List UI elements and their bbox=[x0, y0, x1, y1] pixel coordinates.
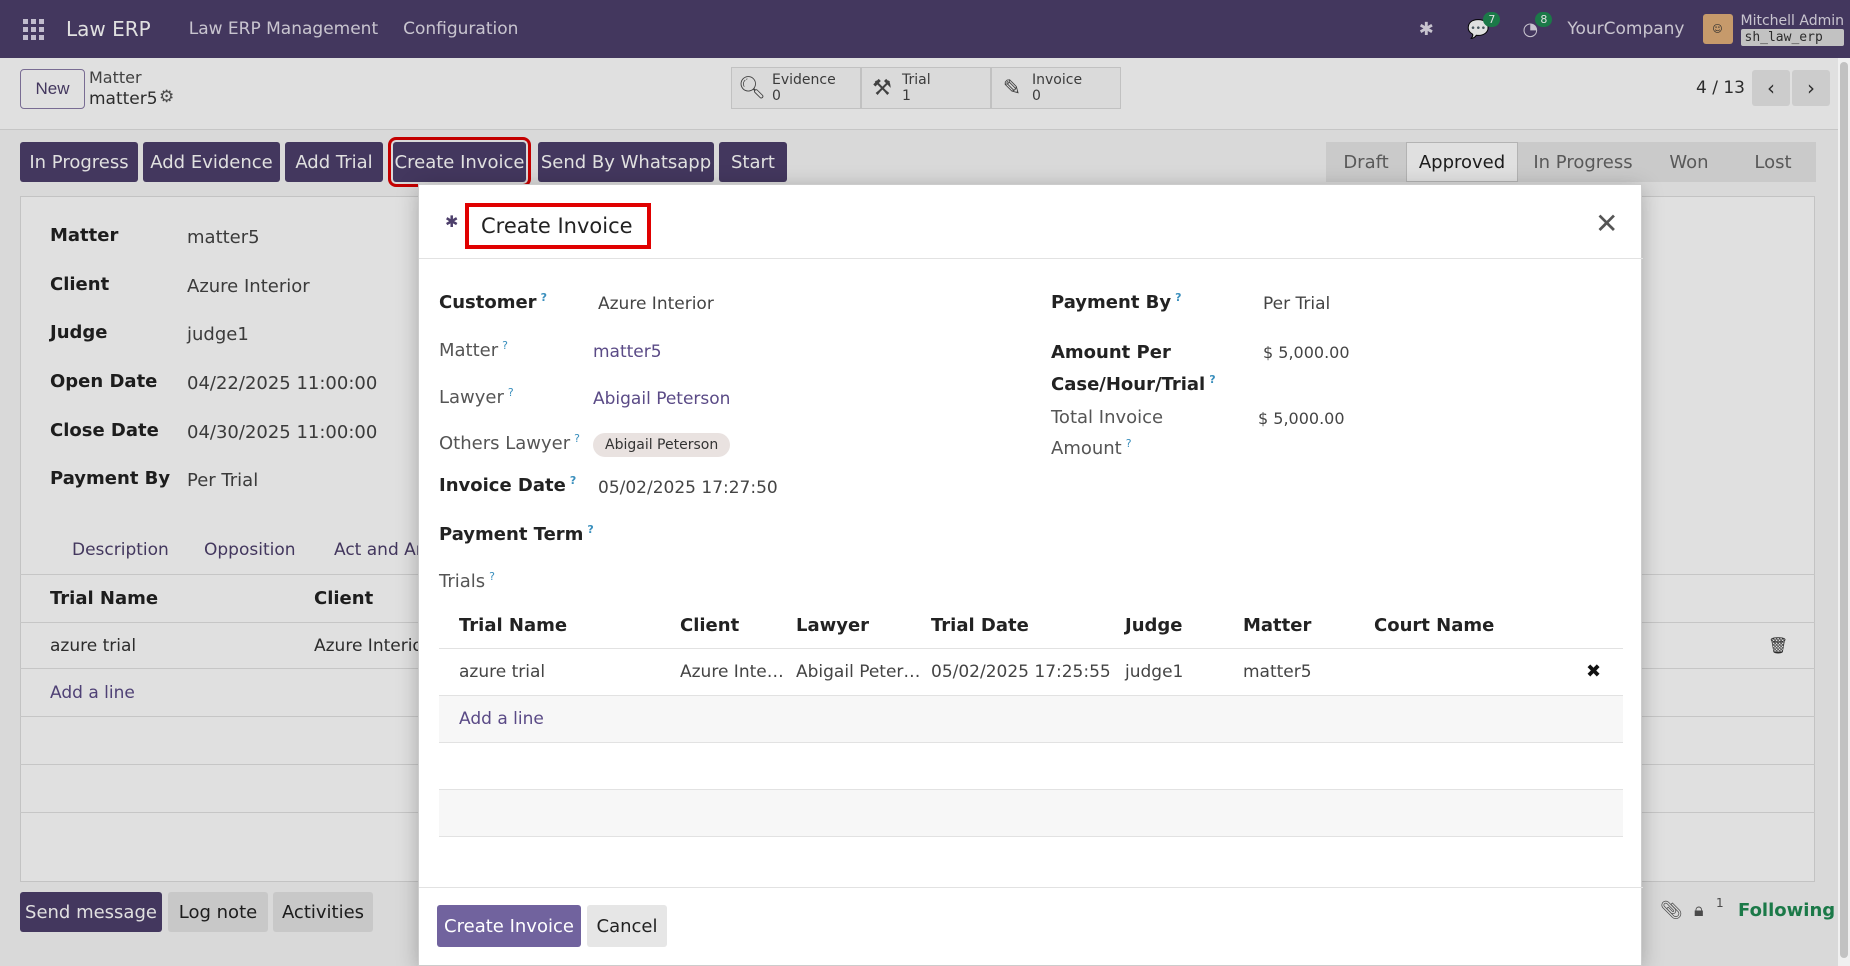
trial-cell-date[interactable]: 05/02/2025 17:25:55 bbox=[931, 662, 1111, 682]
trial-cell-lawyer[interactable]: Abigail Peter… bbox=[796, 662, 920, 682]
table-row-add bbox=[439, 696, 1623, 742]
label-trials: Trials? bbox=[439, 570, 496, 592]
value-amount-per-case[interactable]: $ 5,000.00 bbox=[1263, 343, 1350, 362]
label-invoice-date: Invoice Date? bbox=[439, 474, 577, 496]
table-row-empty bbox=[439, 790, 1623, 836]
label-matter: Matter? bbox=[439, 339, 508, 361]
dialog-header: ✱ Create Invoice ✕ bbox=[419, 185, 1643, 259]
debug-bug-icon[interactable]: ✱ bbox=[445, 212, 458, 231]
label-customer: Customer? bbox=[439, 291, 547, 313]
divider bbox=[439, 836, 1623, 837]
column-header-judge[interactable]: Judge bbox=[1125, 615, 1183, 636]
label-payment-by: Payment By? bbox=[1051, 291, 1182, 313]
label-payment-term: Payment Term? bbox=[439, 523, 594, 545]
close-icon[interactable]: ✕ bbox=[1595, 207, 1618, 240]
trial-cell-name[interactable]: azure trial bbox=[459, 662, 545, 682]
divider bbox=[439, 742, 1623, 743]
tag-others-lawyer[interactable]: Abigail Peterson bbox=[593, 433, 731, 457]
scrollbar-thumb[interactable] bbox=[1840, 62, 1848, 958]
dialog-title: Create Invoice bbox=[465, 203, 651, 249]
page-scrollbar[interactable] bbox=[1838, 58, 1850, 966]
column-header-client[interactable]: Client bbox=[680, 615, 739, 636]
label-others-lawyer: Others Lawyer? bbox=[439, 432, 580, 454]
value-matter[interactable]: matter5 bbox=[593, 342, 662, 362]
column-header-matter[interactable]: Matter bbox=[1243, 615, 1311, 636]
create-invoice-dialog: ✱ Create Invoice ✕ Customer? Azure Inter… bbox=[418, 184, 1643, 966]
label-amount-per-case: Amount Per Case/Hour/Trial? bbox=[1051, 342, 1216, 395]
input-payment-term[interactable] bbox=[598, 525, 998, 547]
value-payment-by[interactable]: Per Trial bbox=[1263, 294, 1330, 314]
label-total-invoice-amount: Total Invoice Amount? bbox=[1051, 407, 1164, 459]
trial-cell-matter[interactable]: matter5 bbox=[1243, 662, 1312, 682]
add-a-line-link[interactable]: Add a line bbox=[459, 709, 544, 729]
column-header-lawyer[interactable]: Lawyer bbox=[796, 615, 869, 636]
value-total-invoice-amount: $ 5,000.00 bbox=[1258, 409, 1345, 428]
column-header-court-name[interactable]: Court Name bbox=[1374, 615, 1494, 636]
cancel-button[interactable]: Cancel bbox=[587, 905, 667, 947]
trial-cell-judge[interactable]: judge1 bbox=[1125, 662, 1183, 682]
create-invoice-button[interactable]: Create Invoice bbox=[437, 905, 581, 947]
value-customer[interactable]: Azure Interior bbox=[598, 294, 714, 314]
label-lawyer: Lawyer? bbox=[439, 386, 514, 408]
column-header-trial-name[interactable]: Trial Name bbox=[459, 615, 567, 636]
trial-cell-client[interactable]: Azure Inte… bbox=[680, 662, 784, 682]
value-invoice-date[interactable]: 05/02/2025 17:27:50 bbox=[598, 478, 778, 498]
value-lawyer[interactable]: Abigail Peterson bbox=[593, 389, 730, 409]
remove-row-x-icon[interactable]: ✖ bbox=[1586, 661, 1601, 682]
column-header-trial-date[interactable]: Trial Date bbox=[931, 615, 1029, 636]
divider bbox=[439, 648, 1623, 649]
